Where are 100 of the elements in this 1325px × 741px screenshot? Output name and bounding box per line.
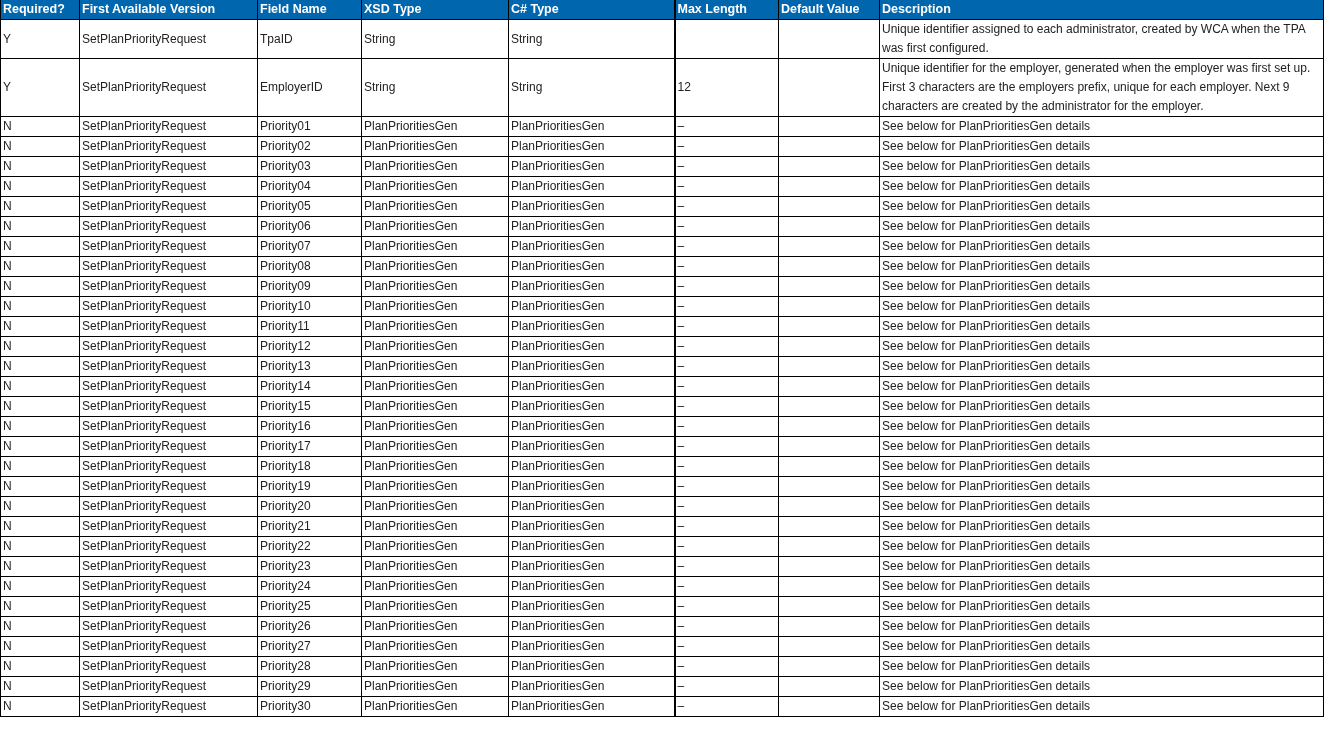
table-cell: PlanPrioritiesGen bbox=[511, 639, 605, 653]
table-cell: See below for PlanPrioritiesGen details bbox=[882, 459, 1091, 473]
table-cell: Priority08 bbox=[260, 259, 311, 273]
table-cell: N bbox=[3, 679, 12, 693]
column-header: First Available Version bbox=[79, 0, 258, 20]
table-cell: SetPlanPriorityRequest bbox=[82, 219, 207, 233]
table-cell: SetPlanPriorityRequest bbox=[82, 299, 207, 313]
table-cell: N bbox=[3, 379, 12, 393]
table-cell: Priority07 bbox=[260, 239, 311, 253]
table-cell: – bbox=[677, 699, 685, 713]
table-cell: See below for PlanPrioritiesGen details bbox=[882, 159, 1091, 173]
table-cell: SetPlanPriorityRequest bbox=[82, 119, 207, 133]
table-cell: – bbox=[677, 339, 685, 353]
table-cell: Y bbox=[3, 80, 11, 94]
table-cell: String bbox=[511, 80, 543, 94]
table-cell: PlanPrioritiesGen bbox=[511, 559, 605, 573]
table-cell: – bbox=[677, 659, 685, 673]
table-cell: SetPlanPriorityRequest bbox=[82, 319, 207, 333]
table-cell: N bbox=[3, 259, 12, 273]
table-cell: PlanPrioritiesGen bbox=[364, 679, 458, 693]
table-cell: See below for PlanPrioritiesGen details bbox=[882, 139, 1091, 153]
table-cell: SetPlanPriorityRequest bbox=[82, 80, 207, 94]
table-cell: PlanPrioritiesGen bbox=[511, 439, 605, 453]
table-cell: SetPlanPriorityRequest bbox=[82, 31, 207, 46]
table-cell: SetPlanPriorityRequest bbox=[82, 659, 207, 673]
table-cell: Priority23 bbox=[260, 559, 311, 573]
table-cell: See below for PlanPrioritiesGen details bbox=[882, 679, 1091, 693]
table-cell: – bbox=[677, 639, 685, 653]
table-cell: PlanPrioritiesGen bbox=[511, 359, 605, 373]
table-cell: Priority17 bbox=[260, 439, 311, 453]
table-cell: PlanPrioritiesGen bbox=[364, 119, 458, 133]
table-cell: N bbox=[3, 639, 12, 653]
column-header: Max Length bbox=[674, 0, 779, 20]
table-cell: SetPlanPriorityRequest bbox=[82, 479, 207, 493]
table-cell: SetPlanPriorityRequest bbox=[82, 279, 207, 293]
table-cell: PlanPrioritiesGen bbox=[511, 119, 605, 133]
table-cell: See below for PlanPrioritiesGen details bbox=[882, 499, 1091, 513]
table-cell: SetPlanPriorityRequest bbox=[82, 439, 207, 453]
table-cell: PlanPrioritiesGen bbox=[364, 159, 458, 173]
table-cell: Priority01 bbox=[260, 119, 311, 133]
table-cell: PlanPrioritiesGen bbox=[511, 279, 605, 293]
table-cell: See below for PlanPrioritiesGen details bbox=[882, 279, 1091, 293]
table-cell: – bbox=[677, 299, 685, 313]
table-cell: – bbox=[677, 519, 685, 533]
table-cell: Priority24 bbox=[260, 579, 311, 593]
table-cell: – bbox=[677, 239, 685, 253]
table-cell: PlanPrioritiesGen bbox=[364, 179, 458, 193]
table-cell: PlanPrioritiesGen bbox=[364, 139, 458, 153]
table-cell: SetPlanPriorityRequest bbox=[82, 459, 207, 473]
table-cell: – bbox=[677, 199, 685, 213]
table-cell: PlanPrioritiesGen bbox=[511, 199, 605, 213]
column-header: Required? bbox=[0, 0, 80, 20]
table-cell: SetPlanPriorityRequest bbox=[82, 239, 207, 253]
table-cell: See below for PlanPrioritiesGen details bbox=[882, 439, 1091, 453]
table-cell: Priority10 bbox=[260, 299, 311, 313]
table-cell: – bbox=[677, 599, 685, 613]
table-cell: Priority03 bbox=[260, 159, 311, 173]
table-cell: PlanPrioritiesGen bbox=[364, 219, 458, 233]
table-cell: SetPlanPriorityRequest bbox=[82, 259, 207, 273]
table-cell: SetPlanPriorityRequest bbox=[82, 579, 207, 593]
table-cell: SetPlanPriorityRequest bbox=[82, 539, 207, 553]
table-cell: SetPlanPriorityRequest bbox=[82, 379, 207, 393]
table-cell: PlanPrioritiesGen bbox=[511, 239, 605, 253]
table-cell: PlanPrioritiesGen bbox=[511, 699, 605, 713]
table-cell: Priority04 bbox=[260, 179, 311, 193]
table-cell: Priority27 bbox=[260, 639, 311, 653]
table-cell: See below for PlanPrioritiesGen details bbox=[882, 239, 1091, 253]
table-cell: Priority09 bbox=[260, 279, 311, 293]
table-cell: PlanPrioritiesGen bbox=[364, 439, 458, 453]
table-cell: PlanPrioritiesGen bbox=[511, 139, 605, 153]
table-cell: PlanPrioritiesGen bbox=[364, 559, 458, 573]
table-cell: – bbox=[677, 319, 685, 333]
table-cell: PlanPrioritiesGen bbox=[364, 499, 458, 513]
table-cell: See below for PlanPrioritiesGen details bbox=[882, 219, 1091, 233]
table-cell: Priority19 bbox=[260, 479, 311, 493]
table-cell: N bbox=[3, 599, 12, 613]
table-cell: String bbox=[364, 80, 396, 94]
table-cell: PlanPrioritiesGen bbox=[511, 179, 605, 193]
table-cell: SetPlanPriorityRequest bbox=[82, 679, 207, 693]
table-cell: Priority30 bbox=[260, 699, 311, 713]
table-cell: – bbox=[677, 219, 685, 233]
table-cell: See below for PlanPrioritiesGen details bbox=[882, 519, 1091, 533]
table-cell: PlanPrioritiesGen bbox=[511, 619, 605, 633]
table-cell: PlanPrioritiesGen bbox=[511, 419, 605, 433]
table-cell: Priority12 bbox=[260, 339, 311, 353]
table-cell: – bbox=[677, 159, 685, 173]
table-cell: – bbox=[677, 579, 685, 593]
table-cell: N bbox=[3, 399, 12, 413]
table-cell: See below for PlanPrioritiesGen details bbox=[882, 659, 1091, 673]
table-cell: PlanPrioritiesGen bbox=[511, 539, 605, 553]
column-header: Default Value bbox=[778, 0, 880, 20]
column-header: XSD Type bbox=[361, 0, 509, 20]
table-cell: PlanPrioritiesGen bbox=[364, 339, 458, 353]
table-cell: See below for PlanPrioritiesGen details bbox=[882, 559, 1091, 573]
table-cell: N bbox=[3, 359, 12, 373]
table-cell: N bbox=[3, 439, 12, 453]
table-cell: PlanPrioritiesGen bbox=[511, 299, 605, 313]
table-cell: PlanPrioritiesGen bbox=[511, 579, 605, 593]
table-cell: – bbox=[677, 499, 685, 513]
table-cell: PlanPrioritiesGen bbox=[364, 479, 458, 493]
